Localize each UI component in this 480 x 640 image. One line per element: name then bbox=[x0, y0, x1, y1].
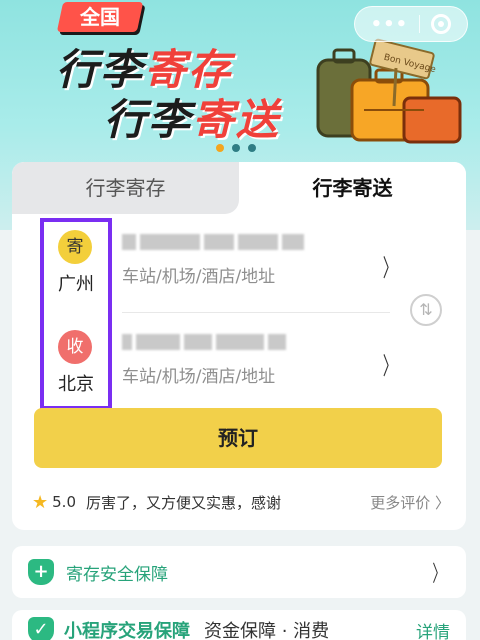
sender-stamp-icon: 寄 bbox=[58, 230, 92, 264]
receiver-address-masked bbox=[122, 330, 412, 354]
carousel-indicator bbox=[216, 144, 256, 152]
storage-guarantee-row[interactable]: + 寄存安全保障 〉 bbox=[12, 546, 466, 598]
sender-chevron-right-icon[interactable]: 〉 bbox=[383, 248, 397, 283]
sender-address-hint: 车站/机场/酒店/地址 bbox=[122, 267, 276, 287]
mini-program-capsule[interactable]: ••• bbox=[354, 6, 468, 42]
sender-address-masked bbox=[122, 230, 412, 254]
shield-icon: + bbox=[28, 559, 54, 585]
more-reviews-link[interactable]: 更多评价 〉 bbox=[370, 492, 450, 513]
destination-city[interactable]: 北京 bbox=[52, 370, 100, 396]
banner-headline-2: 行李寄送 bbox=[104, 86, 280, 147]
review-score: 5.0 bbox=[52, 493, 76, 511]
details-link[interactable]: 详情 bbox=[416, 618, 450, 640]
tab-luggage-shipping[interactable]: 行李寄送 bbox=[239, 162, 466, 214]
nationwide-badge-text: 全国 bbox=[80, 5, 120, 29]
carousel-dot-1[interactable] bbox=[216, 144, 224, 152]
service-tabs: 行李寄存 行李寄送 bbox=[12, 162, 466, 214]
swap-icon[interactable]: ⇅ bbox=[410, 294, 442, 326]
address-divider bbox=[122, 312, 390, 313]
trade-guarantee-title: 小程序交易保障 bbox=[64, 621, 190, 640]
capsule-separator bbox=[419, 15, 421, 33]
origin-city[interactable]: 广州 bbox=[52, 270, 100, 296]
star-icon: ★ bbox=[32, 491, 49, 513]
banner-headline-2-b: 寄送 bbox=[192, 95, 281, 144]
receiver-stamp-icon: 收 bbox=[58, 330, 92, 364]
trade-guarantee-row[interactable]: ✓ 小程序交易保障 资金保障 · 消费 详情 bbox=[12, 610, 466, 640]
chevron-right-icon[interactable]: 〉 bbox=[432, 556, 445, 588]
storage-guarantee-label: 寄存安全保障 bbox=[66, 564, 168, 585]
receiver-chevron-right-icon[interactable]: 〉 bbox=[383, 346, 397, 381]
nationwide-badge: 全国 bbox=[56, 2, 144, 32]
close-target-icon[interactable] bbox=[431, 14, 452, 34]
tab-luggage-storage[interactable]: 行李寄存 bbox=[12, 162, 239, 214]
booking-card: 行李寄存 行李寄送 寄 广州 收 北京 车站/机场/酒店/地址 〉 车站/机场/… bbox=[12, 162, 466, 530]
shield-check-icon: ✓ bbox=[28, 617, 54, 640]
carousel-dot-3[interactable] bbox=[248, 144, 256, 152]
receiver-address-field[interactable]: 车站/机场/酒店/地址 bbox=[122, 330, 412, 408]
luggage-illustration: Bon Voyage bbox=[316, 38, 462, 144]
receiver-address-hint: 车站/机场/酒店/地址 bbox=[122, 367, 276, 387]
book-button[interactable]: 预订 bbox=[34, 408, 442, 468]
review-summary[interactable]: ★ 5.0 厉害了，又方便又实惠，感谢 更多评价 〉 bbox=[32, 490, 450, 514]
carousel-dot-2[interactable] bbox=[232, 144, 240, 152]
banner-headline-2-a: 行李 bbox=[104, 95, 193, 144]
city-highlight-box: 寄 广州 收 北京 bbox=[40, 218, 112, 410]
review-text: 厉害了，又方便又实惠，感谢 bbox=[86, 493, 282, 512]
trade-guarantee-subtitle: 资金保障 · 消费 bbox=[204, 621, 330, 640]
sender-address-field[interactable]: 车站/机场/酒店/地址 bbox=[122, 230, 412, 308]
more-menu-icon[interactable]: ••• bbox=[371, 14, 409, 35]
